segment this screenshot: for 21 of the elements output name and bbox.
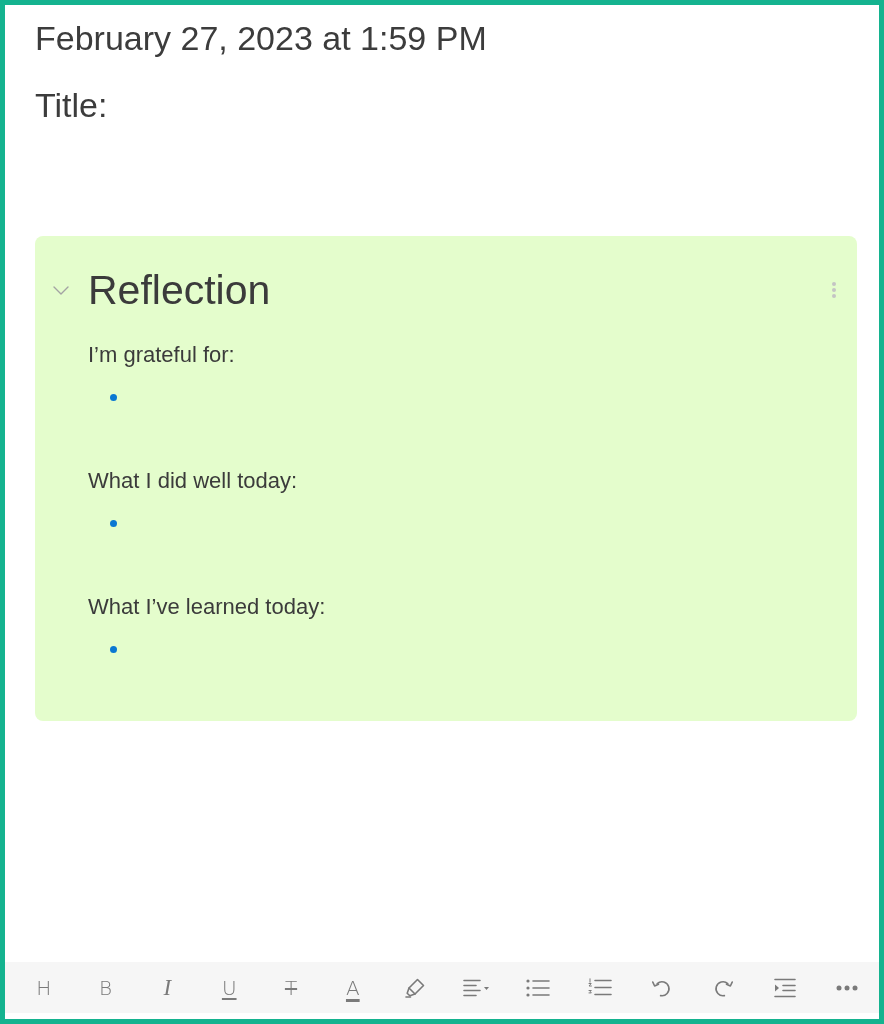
text-color-button[interactable]: A xyxy=(321,962,384,1013)
section-title: Reflection xyxy=(88,266,271,315)
bold-button[interactable]: B xyxy=(74,962,137,1013)
prompt-text: I’m grateful for: xyxy=(88,341,235,369)
note-timestamp: February 27, 2023 at 1:59 PM xyxy=(35,18,487,58)
prompt-text: What I did well today: xyxy=(88,467,298,495)
strikethrough-button[interactable]: T xyxy=(260,962,322,1013)
title-label: Title: xyxy=(35,85,108,125)
underline-button[interactable]: U xyxy=(198,962,261,1013)
indent-icon xyxy=(774,977,797,998)
highlighter-icon xyxy=(404,977,425,998)
italic-button[interactable]: I xyxy=(136,962,199,1013)
chevron-icon xyxy=(53,285,69,295)
heading-button[interactable]: H xyxy=(13,962,75,1013)
numbered-list-icon xyxy=(587,977,612,998)
prompt-text: What I’ve learned today: xyxy=(88,593,326,621)
align-left-icon xyxy=(462,978,490,997)
more-icon xyxy=(836,984,859,991)
section-menu-button[interactable] xyxy=(830,280,838,300)
kebab-icon xyxy=(832,282,836,298)
bullet-list-icon xyxy=(526,978,551,997)
